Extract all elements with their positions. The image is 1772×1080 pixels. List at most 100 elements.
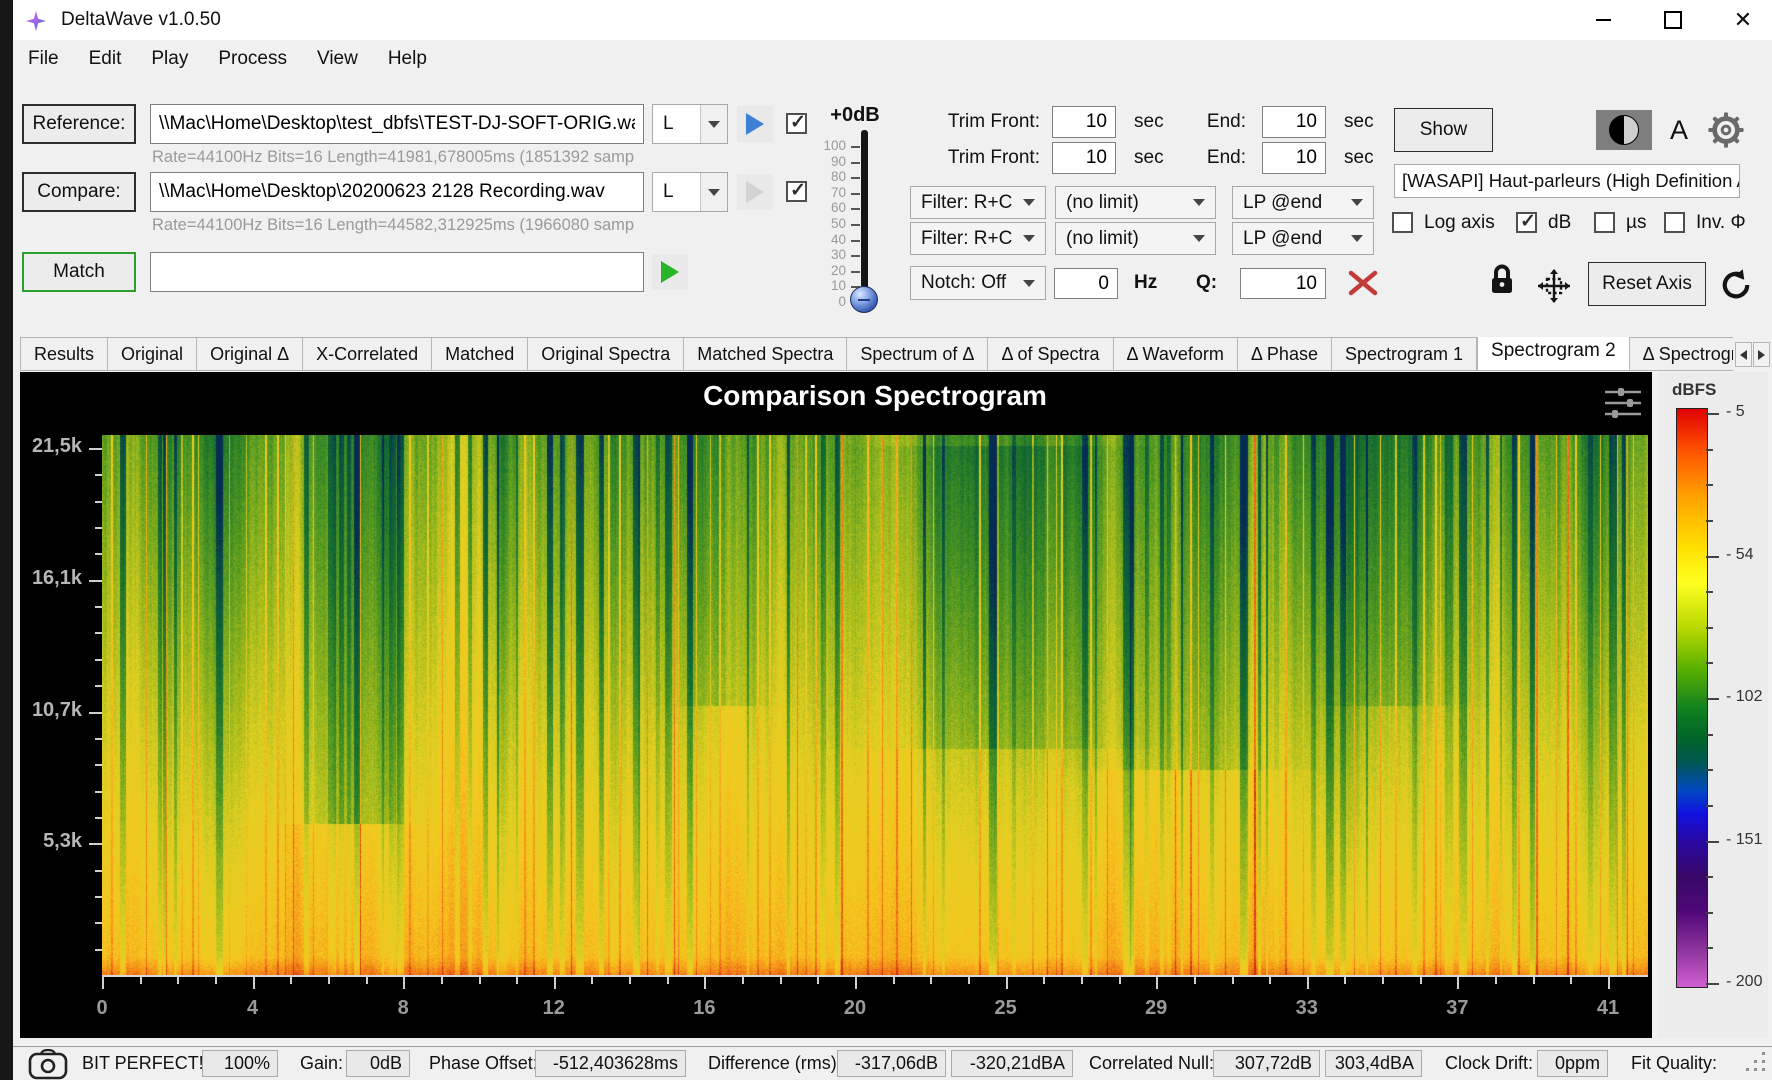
tab-scroll-right-button[interactable] [1753, 342, 1770, 367]
tab-spectrum-of-delta[interactable]: Spectrum of Δ [847, 337, 988, 371]
tab-original-delta[interactable]: Original Δ [197, 337, 303, 371]
match-status-input[interactable] [150, 252, 644, 292]
menu-play[interactable]: Play [136, 40, 203, 78]
db-label: dB [1548, 212, 1571, 234]
trim-front-input-2[interactable] [1052, 142, 1116, 174]
reference-channel-value: L [653, 113, 700, 135]
colorbar-panel: dBFS - 5- 54- 102- 151- 200 [1658, 372, 1768, 1038]
compare-channel-value: L [653, 181, 700, 203]
clock-drift-label: Clock Drift: [1445, 1047, 1533, 1080]
show-button[interactable]: Show [1394, 108, 1493, 152]
minimize-button[interactable] [1580, 0, 1626, 40]
menu-edit[interactable]: Edit [74, 40, 137, 78]
reference-channel-select[interactable]: L [652, 104, 728, 144]
tab-spectrogram-2[interactable]: Spectrogram 2 [1477, 337, 1630, 371]
tab-delta-of-spectra[interactable]: Δ of Spectra [988, 337, 1113, 371]
tab-scroll-left-button[interactable] [1735, 342, 1752, 367]
trim-end-input-2[interactable] [1262, 142, 1326, 174]
lock-icon[interactable] [1488, 262, 1516, 298]
trim-front-input-1[interactable] [1052, 106, 1116, 138]
move-pan-icon[interactable] [1530, 266, 1578, 306]
chevron-right-icon [1758, 350, 1765, 360]
tab-matched-spectra[interactable]: Matched Spectra [684, 337, 847, 371]
lp-select-2[interactable]: LP @end [1232, 222, 1374, 255]
plot-settings-icon[interactable] [1600, 385, 1646, 421]
clear-icon[interactable] [1346, 268, 1380, 298]
reference-button[interactable]: Reference: [22, 104, 136, 144]
log-axis-label: Log axis [1424, 212, 1495, 234]
volume-slider-track[interactable] [861, 130, 868, 308]
tab-x-correlated[interactable]: X-Correlated [303, 337, 432, 371]
trim-end-input-1[interactable] [1262, 106, 1326, 138]
contrast-toggle[interactable] [1596, 110, 1652, 150]
trim-front-label-1: Trim Front: [915, 104, 1040, 140]
tab-delta-waveform[interactable]: Δ Waveform [1114, 337, 1238, 371]
menu-bar: File Edit Play Process View Help [13, 40, 1772, 78]
us-checkbox[interactable] [1594, 212, 1615, 233]
spectrogram-canvas[interactable] [102, 435, 1648, 977]
log-axis-checkbox[interactable] [1392, 212, 1413, 233]
refresh-icon[interactable] [1718, 266, 1754, 304]
difference-dba-value: -320,21dBA [951, 1050, 1073, 1077]
tab-original-spectra[interactable]: Original Spectra [528, 337, 684, 371]
play-icon [746, 113, 764, 135]
gain-value: 0dB [346, 1050, 410, 1077]
volume-slider-thumb[interactable] [850, 286, 878, 313]
snapshot-camera-icon[interactable] [27, 1049, 69, 1080]
difference-label: Difference (rms): [708, 1047, 842, 1080]
menu-help[interactable]: Help [373, 40, 442, 78]
chevron-down-icon[interactable] [700, 173, 727, 211]
compare-path-input[interactable] [150, 172, 644, 212]
maximize-button[interactable] [1650, 0, 1696, 40]
resize-grip[interactable] [1746, 1052, 1768, 1074]
match-button[interactable]: Match [22, 252, 136, 292]
chevron-down-icon [1023, 199, 1035, 206]
tab-spectrogram-1[interactable]: Spectrogram 1 [1332, 337, 1477, 371]
chevron-down-icon[interactable] [700, 105, 727, 143]
monitor-letter: A [1664, 112, 1694, 148]
inv-phase-label: Inv. Φ [1696, 212, 1746, 234]
difference-db-value: -317,06dB [837, 1050, 946, 1077]
colorbar-gradient [1676, 408, 1708, 988]
compare-channel-select[interactable]: L [652, 172, 728, 212]
limit-select-1[interactable]: (no limit) [1055, 186, 1216, 219]
app-icon [24, 9, 48, 33]
lp-select-1[interactable]: LP @end [1232, 186, 1374, 219]
reference-path-input[interactable] [150, 104, 644, 144]
db-checkbox[interactable] [1516, 212, 1537, 233]
menu-file[interactable]: File [13, 40, 74, 78]
tab-delta-spectrogram[interactable]: Δ Spectrogram [1630, 337, 1733, 371]
notch-q-input[interactable] [1240, 268, 1326, 299]
chevron-down-icon [1351, 235, 1363, 242]
match-play-button[interactable] [652, 254, 688, 290]
gear-icon[interactable] [1704, 108, 1748, 152]
notch-freq-input[interactable] [1054, 268, 1118, 299]
audio-device-select[interactable]: [WASAPI] Haut-parleurs (High Definition … [1394, 164, 1740, 198]
tab-results[interactable]: Results [20, 337, 108, 371]
close-button[interactable]: ✕ [1720, 0, 1766, 40]
notch-select[interactable]: Notch: Off [910, 266, 1046, 300]
compare-button[interactable]: Compare: [22, 172, 136, 212]
reference-play-button[interactable] [737, 106, 773, 142]
chevron-down-icon [1023, 235, 1035, 242]
tab-bar: Results Original Original Δ X-Correlated… [20, 337, 1733, 371]
filter-value-2: Filter: R+C [911, 228, 1023, 250]
filter-select-1[interactable]: Filter: R+C [910, 186, 1046, 219]
tab-matched[interactable]: Matched [432, 337, 528, 371]
reference-enable-checkbox[interactable] [786, 113, 807, 134]
x-axis: 0481216202529333741 [102, 977, 1648, 1037]
reset-axis-button[interactable]: Reset Axis [1588, 262, 1706, 306]
compare-enable-checkbox[interactable] [786, 181, 807, 202]
compare-play-button[interactable] [737, 174, 773, 210]
limit-select-2[interactable]: (no limit) [1055, 222, 1216, 255]
trim-front-unit-1: sec [1134, 104, 1164, 140]
menu-process[interactable]: Process [203, 40, 302, 78]
clock-drift-value: 0ppm [1537, 1050, 1608, 1077]
tab-original[interactable]: Original [108, 337, 197, 371]
inv-phase-checkbox[interactable] [1664, 212, 1685, 233]
tab-delta-phase[interactable]: Δ Phase [1238, 337, 1332, 371]
correlated-null-label: Correlated Null: [1089, 1047, 1214, 1080]
menu-view[interactable]: View [302, 40, 373, 78]
spectrogram-panel: Comparison Spectrogram 21,5k16,1k10,7k5,… [20, 372, 1652, 1038]
filter-select-2[interactable]: Filter: R+C [910, 222, 1046, 255]
